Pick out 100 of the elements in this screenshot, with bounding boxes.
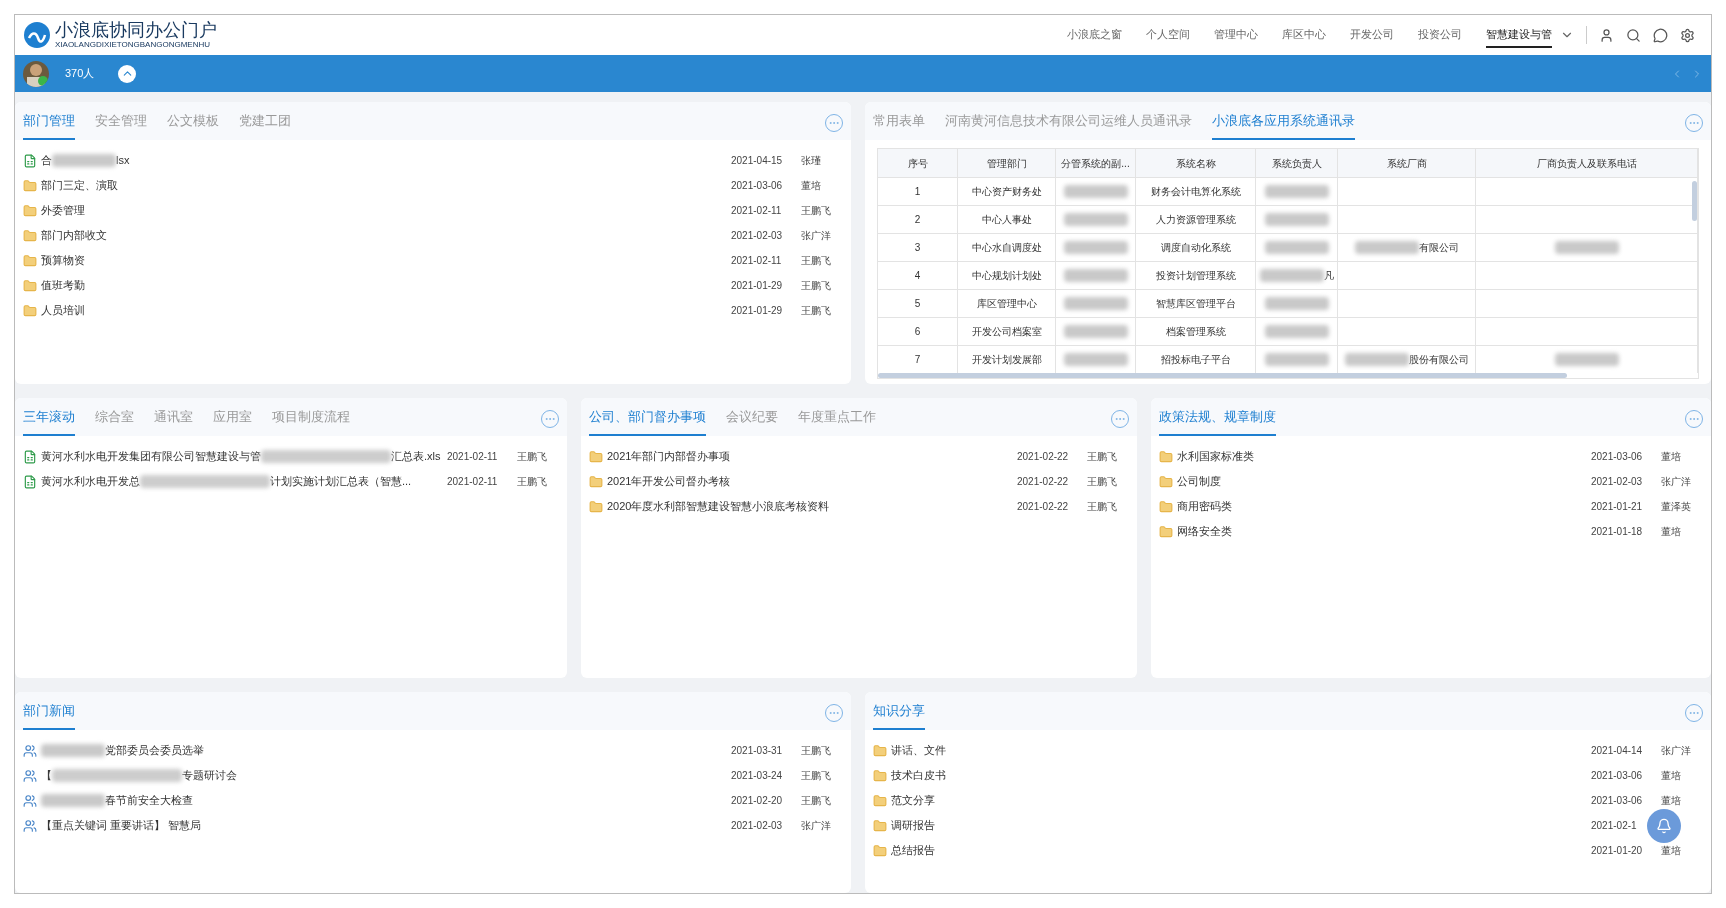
- list-row[interactable]: 合 lsx 2021-04-15 张瑾: [23, 148, 843, 173]
- redacted-block: [1344, 353, 1409, 366]
- portal-subtitle: XIAOLANGDIXIETONGBANGONGMENHU: [55, 41, 211, 49]
- redacted-block: [1063, 269, 1128, 282]
- list-row[interactable]: 2021年部门内部督办事项 2021-02-22 王鹏飞: [589, 444, 1129, 469]
- redacted-block: [1264, 353, 1329, 366]
- panel-tab[interactable]: 公司、部门督办事项: [589, 406, 706, 436]
- folder-icon: [873, 768, 887, 783]
- date-text: 2021-01-20: [1591, 844, 1644, 858]
- redacted-block: [1063, 213, 1128, 226]
- list-row[interactable]: 范文分享 2021-03-06 董培: [873, 788, 1703, 813]
- nav-tab[interactable]: 管理中心: [1214, 21, 1258, 49]
- title-text: 范文分享: [891, 793, 935, 809]
- title-text: 库区管理中心: [976, 297, 1037, 311]
- title-text: 开发计划发展部: [971, 353, 1042, 367]
- date-text: 2021-02-22: [1017, 500, 1070, 514]
- list-row[interactable]: 春节前安全大检查 2021-02-20 王鹏飞: [23, 788, 843, 813]
- nav-tab[interactable]: 开发公司: [1350, 21, 1394, 49]
- list-row[interactable]: 部门三定、演取 2021-03-06 董培: [23, 173, 843, 198]
- title-text: 有限公司: [1418, 241, 1459, 255]
- horizontal-scrollbar[interactable]: [878, 373, 1567, 378]
- author-text: 张广洋: [1661, 744, 1692, 758]
- search-icon[interactable]: [1626, 27, 1641, 43]
- list-row[interactable]: 党部委员会委员选举 2021-03-31 王鹏飞: [23, 738, 843, 763]
- title-text: 商用密码类: [1177, 499, 1232, 515]
- list-row[interactable]: 值班考勤 2021-01-29 王鹏飞: [23, 273, 843, 298]
- date-text: 2021-02-22: [1017, 475, 1070, 489]
- panel-tab[interactable]: 知识分享: [873, 700, 925, 730]
- title-text: 人力资源管理系统: [1155, 213, 1236, 227]
- redacted-block: [1554, 353, 1619, 366]
- title-text: 黄河水利水电开发总: [41, 474, 140, 490]
- author-text: 董培: [1661, 844, 1682, 858]
- date-text: 2021-03-31: [731, 744, 784, 758]
- nav-tab[interactable]: 库区中心: [1282, 21, 1326, 49]
- list-row[interactable]: 总结报告 2021-01-20 董培: [873, 838, 1703, 863]
- nav-tab[interactable]: 个人空间: [1146, 21, 1190, 49]
- panel-tab[interactable]: 部门新闻: [23, 700, 75, 730]
- redacted-block: [52, 154, 116, 167]
- settings-icon[interactable]: [1680, 27, 1695, 43]
- author-text: 王鹏飞: [801, 744, 832, 758]
- nav-tab[interactable]: 小浪底之窗: [1067, 21, 1122, 49]
- folder-icon: [23, 303, 37, 318]
- title-text: 讲话、文件: [891, 743, 946, 759]
- panel-tab[interactable]: 政策法规、规章制度: [1159, 406, 1276, 436]
- redacted-block: [1554, 241, 1619, 254]
- list-row[interactable]: 2020年度水利部智慧建设智慧小浪底考核资料 2021-02-22 王鹏飞: [589, 494, 1129, 519]
- author-text: 王鹏飞: [1087, 500, 1118, 514]
- author-text: 张广洋: [1661, 475, 1692, 489]
- title-text: 股份有限公司: [1408, 353, 1469, 367]
- list-row[interactable]: 水利国家标准类 2021-03-06 董培: [1159, 444, 1703, 469]
- list-row[interactable]: 【 专题研讨会 2021-03-24 王鹏飞: [23, 763, 843, 788]
- list-row[interactable]: 人员培训 2021-01-29 王鹏飞: [23, 298, 843, 323]
- title-text: 值班考勤: [41, 278, 85, 294]
- list-row[interactable]: 外委管理 2021-02-11 王鹏飞: [23, 198, 843, 223]
- list-row[interactable]: 网络安全类 2021-01-18 董培: [1159, 519, 1703, 544]
- date-text: 2021-02-03: [731, 229, 784, 243]
- list-row[interactable]: 【重点关键词 重要讲话】 智慧局 2021-02-03 张广洋: [23, 813, 843, 838]
- spreadsheet-icon: [23, 153, 37, 168]
- title-text: 汇总表.xls: [391, 449, 441, 465]
- list-row[interactable]: 商用密码类 2021-01-21 董泽英: [1159, 494, 1703, 519]
- date-text: 2021-04-14: [1591, 744, 1644, 758]
- collapse-button[interactable]: [118, 64, 137, 83]
- title-text: 招投标电子平台: [1160, 353, 1231, 367]
- user-icon[interactable]: [1599, 27, 1614, 43]
- author-text: 王鹏飞: [801, 204, 832, 218]
- list-row[interactable]: 预算物资 2021-02-11 王鹏飞: [23, 248, 843, 273]
- list-row[interactable]: 黄河水利水电开发总 计划实施计划汇总表（智慧... 2021-02-11 王鹏飞: [23, 469, 559, 494]
- folder-icon: [873, 743, 887, 758]
- title-text: 【: [41, 768, 52, 784]
- vertical-scrollbar[interactable]: [1692, 181, 1697, 221]
- redacted-block: [1063, 353, 1128, 366]
- title-text: 部门三定、演取: [41, 178, 118, 194]
- redacted-block: [1264, 325, 1329, 338]
- nav-tab[interactable]: 智慧建设与管: [1486, 21, 1552, 49]
- title-text: 计划实施计划汇总表（智慧...: [270, 474, 412, 490]
- title-text: 6: [914, 325, 921, 339]
- panel-tab[interactable]: 三年滚动: [23, 406, 75, 436]
- folder-icon: [23, 253, 37, 268]
- list-row[interactable]: 公司制度 2021-02-03 张广洋: [1159, 469, 1703, 494]
- title-text: 4: [914, 269, 921, 283]
- folder-icon: [1159, 524, 1173, 539]
- redacted-block: [1063, 297, 1128, 310]
- redacted-block: [1264, 185, 1329, 198]
- panel-tab[interactable]: 小浪底各应用系统通讯录: [1212, 110, 1355, 140]
- list-row[interactable]: 技术白皮书 2021-03-06 董培: [873, 763, 1703, 788]
- title-text: 开发公司档案室: [971, 325, 1042, 339]
- title-text: 调研报告: [891, 818, 935, 834]
- list-row[interactable]: 部门内部收文 2021-02-03 张广洋: [23, 223, 843, 248]
- list-row[interactable]: 黄河水利水电开发集团有限公司智慧建设与管 汇总表.xls 2021-02-11 王鹏飞: [23, 444, 559, 469]
- list-row[interactable]: 2021年开发公司督办考核 2021-02-22 王鹏飞: [589, 469, 1129, 494]
- author-text: 张广洋: [801, 229, 832, 243]
- panel-tab[interactable]: 部门管理: [23, 110, 75, 140]
- date-text: 2021-01-18: [1591, 525, 1644, 539]
- title-text: 网络安全类: [1177, 524, 1232, 540]
- list-row[interactable]: 调研报告 2021-02-1: [873, 813, 1703, 838]
- nav-tab[interactable]: 投资公司: [1418, 21, 1462, 49]
- folder-icon: [23, 228, 37, 243]
- message-icon[interactable]: [1653, 27, 1668, 43]
- title-text: 中心水自调度处: [971, 241, 1042, 255]
- list-row[interactable]: 讲话、文件 2021-04-14 张广洋: [873, 738, 1703, 763]
